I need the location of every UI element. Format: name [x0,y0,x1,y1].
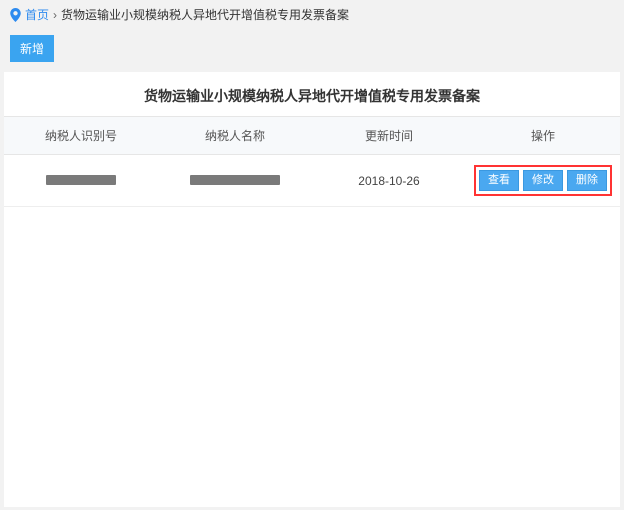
table-row: 2018-10-26 查看 修改 删除 [4,155,620,207]
view-button[interactable]: 查看 [479,170,519,191]
breadcrumb: 首页 › 货物运输业小规模纳税人异地代开增值税专用发票备案 [0,0,624,29]
table-header-row: 纳税人识别号 纳税人名称 更新时间 操作 [4,117,620,155]
cell-update-time: 2018-10-26 [312,155,466,207]
cell-taxpayer-name [158,155,312,207]
panel-title: 货物运输业小规模纳税人异地代开增值税专用发票备案 [4,72,620,116]
edit-button[interactable]: 修改 [523,170,563,191]
redacted-text [190,175,280,185]
empty-area [4,207,620,507]
new-button[interactable]: 新增 [10,35,54,62]
col-taxpayer-id: 纳税人识别号 [4,117,158,155]
breadcrumb-home-link[interactable]: 首页 [25,6,49,23]
breadcrumb-current: 货物运输业小规模纳税人异地代开增值税专用发票备案 [61,6,349,23]
cell-taxpayer-id [4,155,158,207]
data-table: 纳税人识别号 纳税人名称 更新时间 操作 2018-10-26 查看 修改 [4,116,620,207]
col-update-time: 更新时间 [312,117,466,155]
actions-highlight-box: 查看 修改 删除 [474,165,612,196]
redacted-text [46,175,116,185]
location-icon [10,8,21,22]
cell-actions: 查看 修改 删除 [466,155,620,207]
delete-button[interactable]: 删除 [567,170,607,191]
col-actions: 操作 [466,117,620,155]
main-panel: 货物运输业小规模纳税人异地代开增值税专用发票备案 纳税人识别号 纳税人名称 更新… [4,72,620,207]
col-taxpayer-name: 纳税人名称 [158,117,312,155]
breadcrumb-separator: › [53,8,57,22]
